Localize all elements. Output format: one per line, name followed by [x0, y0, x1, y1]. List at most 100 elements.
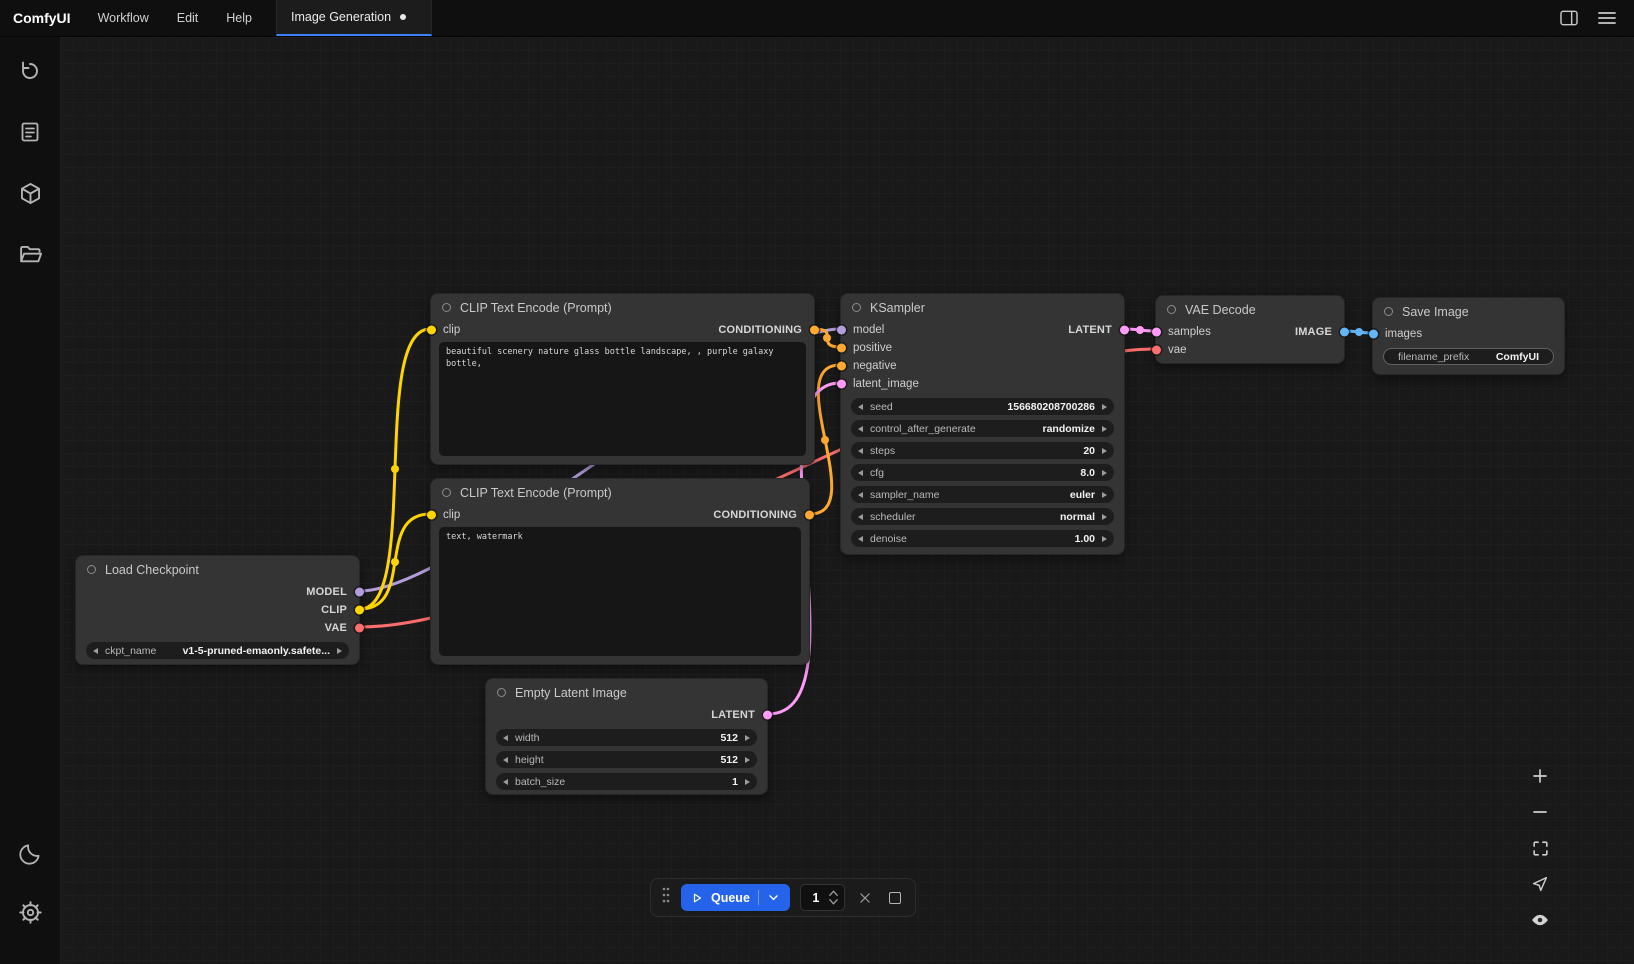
- node-vae-decode[interactable]: VAE Decode samples IMAGE vae: [1155, 295, 1345, 364]
- widget-filename-prefix[interactable]: filename_prefix ComfyUI: [1383, 348, 1554, 365]
- decrement-icon[interactable]: [858, 448, 863, 454]
- port-vae-output[interactable]: [355, 624, 364, 633]
- toggle-panel-icon[interactable]: [1558, 7, 1580, 29]
- menu-help[interactable]: Help: [212, 0, 266, 36]
- decrement-icon[interactable]: [503, 757, 508, 763]
- collapse-dot-icon[interactable]: [442, 303, 451, 312]
- widget-denoise[interactable]: denoise 1.00: [851, 530, 1114, 547]
- next-value-icon[interactable]: [337, 648, 342, 654]
- node-header[interactable]: Load Checkpoint: [76, 556, 359, 583]
- widget-seed[interactable]: seed 156680208700286: [851, 398, 1114, 415]
- increment-icon[interactable]: [745, 757, 750, 763]
- collapse-dot-icon[interactable]: [497, 688, 506, 697]
- port-latent-output[interactable]: [1120, 326, 1129, 335]
- widget-height[interactable]: height 512: [496, 751, 757, 768]
- decrement-icon[interactable]: [858, 404, 863, 410]
- widget-cfg[interactable]: cfg 8.0: [851, 464, 1114, 481]
- fit-view-button[interactable]: [1526, 834, 1554, 862]
- sidebar-button-queue[interactable]: [12, 114, 48, 150]
- collapse-dot-icon[interactable]: [442, 488, 451, 497]
- stepper-up-icon[interactable]: [828, 889, 839, 897]
- widget-steps[interactable]: steps 20: [851, 442, 1114, 459]
- port-clip-output[interactable]: [355, 606, 364, 615]
- widget-batch-size[interactable]: batch_size 1: [496, 773, 757, 790]
- prev-value-icon[interactable]: [93, 648, 98, 654]
- node-save-image[interactable]: Save Image images filename_prefix ComfyU…: [1372, 297, 1565, 375]
- sidebar-button-workflows[interactable]: [12, 236, 48, 272]
- port-conditioning-output[interactable]: [805, 511, 814, 520]
- widget-width[interactable]: width 512: [496, 729, 757, 746]
- zoom-out-button[interactable]: [1526, 798, 1554, 826]
- node-clip-text-encode-positive[interactable]: CLIP Text Encode (Prompt) clip CONDITION…: [430, 293, 815, 465]
- prev-option-icon[interactable]: [858, 514, 863, 520]
- prev-option-icon[interactable]: [858, 426, 863, 432]
- prev-option-icon[interactable]: [858, 492, 863, 498]
- tab-image-generation[interactable]: Image Generation: [276, 0, 432, 36]
- node-header[interactable]: CLIP Text Encode (Prompt): [431, 479, 809, 506]
- comfyui-logo[interactable]: ComfyUI: [0, 0, 84, 36]
- widget-scheduler[interactable]: scheduler normal: [851, 508, 1114, 525]
- zoom-in-button[interactable]: [1526, 762, 1554, 790]
- collapse-dot-icon[interactable]: [1384, 307, 1393, 316]
- node-header[interactable]: VAE Decode: [1156, 296, 1344, 323]
- port-images-input[interactable]: [1369, 330, 1378, 339]
- port-model-output[interactable]: [355, 588, 364, 597]
- node-header[interactable]: Empty Latent Image: [486, 679, 767, 706]
- node-load-checkpoint[interactable]: Load Checkpoint MODEL CLIP VAE ckpt_name…: [75, 555, 360, 665]
- widget-control-after-generate[interactable]: control_after_generate randomize: [851, 420, 1114, 437]
- graph-canvas[interactable]: Load Checkpoint MODEL CLIP VAE ckpt_name…: [60, 37, 1634, 964]
- sidebar-button-model-library[interactable]: [12, 175, 48, 211]
- port-latent-output[interactable]: [763, 711, 772, 720]
- stop-button[interactable]: [885, 888, 905, 908]
- sidebar-button-settings[interactable]: [12, 894, 48, 930]
- increment-icon[interactable]: [745, 735, 750, 741]
- clear-queue-button[interactable]: [855, 888, 875, 908]
- widget-ckpt-name[interactable]: ckpt_name v1-5-pruned-emaonly.safete...: [86, 642, 349, 659]
- port-positive-input[interactable]: [837, 344, 846, 353]
- decrement-icon[interactable]: [858, 536, 863, 542]
- prompt-textarea[interactable]: beautiful scenery nature glass bottle la…: [439, 342, 806, 456]
- port-clip-input[interactable]: [427, 326, 436, 335]
- port-image-output[interactable]: [1340, 328, 1349, 337]
- menu-edit[interactable]: Edit: [163, 0, 213, 36]
- widget-sampler-name[interactable]: sampler_name euler: [851, 486, 1114, 503]
- increment-icon[interactable]: [1102, 448, 1107, 454]
- node-empty-latent-image[interactable]: Empty Latent Image LATENT width 512 heig…: [485, 678, 768, 795]
- port-conditioning-output[interactable]: [810, 326, 819, 335]
- next-option-icon[interactable]: [1102, 426, 1107, 432]
- next-option-icon[interactable]: [1102, 492, 1107, 498]
- node-clip-text-encode-negative[interactable]: CLIP Text Encode (Prompt) clip CONDITION…: [430, 478, 810, 665]
- port-model-input[interactable]: [837, 326, 846, 335]
- node-header[interactable]: KSampler: [841, 294, 1124, 321]
- select-mode-button[interactable]: [1526, 870, 1554, 898]
- increment-icon[interactable]: [745, 779, 750, 785]
- port-samples-input[interactable]: [1152, 328, 1161, 337]
- menu-workflow[interactable]: Workflow: [84, 0, 163, 36]
- port-latent-image-input[interactable]: [837, 380, 846, 389]
- port-negative-input[interactable]: [837, 362, 846, 371]
- increment-icon[interactable]: [1102, 536, 1107, 542]
- collapse-dot-icon[interactable]: [1167, 305, 1176, 314]
- queue-button[interactable]: Queue: [681, 884, 790, 911]
- port-vae-input[interactable]: [1152, 346, 1161, 355]
- increment-icon[interactable]: [1102, 404, 1107, 410]
- prompt-textarea[interactable]: text, watermark: [439, 527, 801, 656]
- node-ksampler[interactable]: KSampler model LATENT positive negative …: [840, 293, 1125, 555]
- stepper-down-icon[interactable]: [828, 898, 839, 906]
- hamburger-menu-icon[interactable]: [1596, 7, 1618, 29]
- drag-handle-icon[interactable]: [661, 886, 671, 909]
- collapse-dot-icon[interactable]: [87, 565, 96, 574]
- increment-icon[interactable]: [1102, 470, 1107, 476]
- decrement-icon[interactable]: [503, 735, 508, 741]
- sidebar-button-theme[interactable]: [12, 836, 48, 872]
- toggle-link-visibility-button[interactable]: [1526, 906, 1554, 934]
- node-header[interactable]: Save Image: [1373, 298, 1564, 325]
- batch-count-stepper[interactable]: 1: [800, 884, 845, 911]
- collapse-dot-icon[interactable]: [852, 303, 861, 312]
- sidebar-button-history[interactable]: [12, 53, 48, 89]
- next-option-icon[interactable]: [1102, 514, 1107, 520]
- node-header[interactable]: CLIP Text Encode (Prompt): [431, 294, 814, 321]
- port-clip-input[interactable]: [427, 511, 436, 520]
- chevron-down-icon[interactable]: [767, 891, 780, 904]
- decrement-icon[interactable]: [503, 779, 508, 785]
